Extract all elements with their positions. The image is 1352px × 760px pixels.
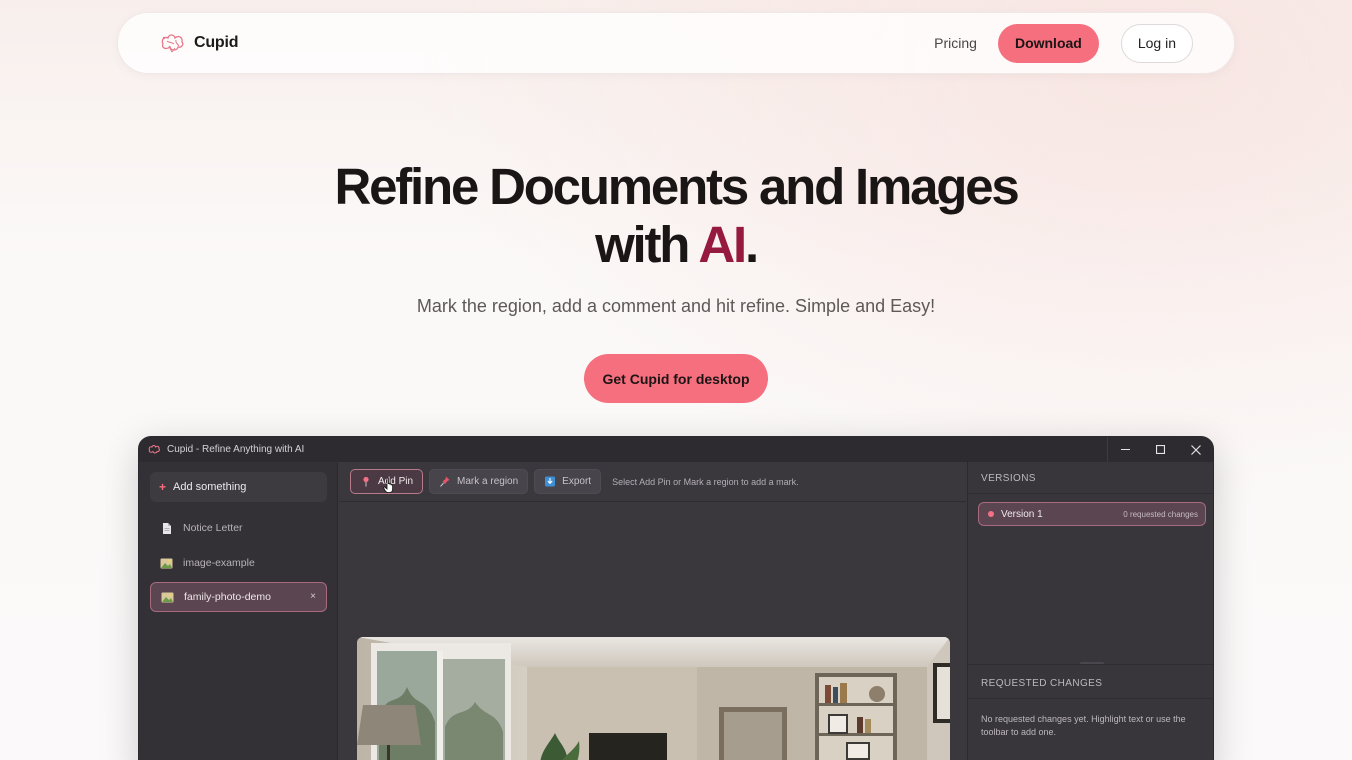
- living-room-photo-icon: [357, 637, 950, 760]
- hero-title-ai: AI: [698, 216, 747, 273]
- window-controls: [1108, 437, 1213, 462]
- login-button[interactable]: Log in: [1120, 23, 1193, 63]
- brand-name: Cupid: [194, 34, 239, 51]
- window-title: Cupid - Refine Anything with AI: [167, 444, 305, 455]
- sidebar-item-label: family-photo-demo: [184, 591, 271, 603]
- hero-title-line2-suffix: .: [744, 216, 759, 273]
- versions-heading: VERSIONS: [981, 473, 1036, 484]
- sidebar-item-image-example[interactable]: image-example: [150, 548, 327, 578]
- requested-changes-heading: REQUESTED CHANGES: [981, 678, 1103, 689]
- brand[interactable]: Cupid: [158, 32, 239, 54]
- mouse-cursor-icon: [383, 477, 393, 493]
- hero-title-line2-prefix: with: [595, 216, 699, 273]
- version-change-count: 0 requested changes: [1123, 509, 1198, 519]
- version-name: Version 1: [1001, 508, 1043, 520]
- app-window: Cupid - Refine Anything with AI + Add so…: [138, 436, 1214, 760]
- export-label: Export: [562, 476, 592, 487]
- maximize-icon: [1156, 445, 1165, 454]
- hero-subtitle: Mark the region, add a comment and hit r…: [416, 296, 936, 316]
- close-item-icon[interactable]: ×: [310, 591, 316, 602]
- sidebar-item-notice-letter[interactable]: Notice Letter: [150, 513, 327, 543]
- download-icon: [545, 476, 556, 487]
- download-button[interactable]: Download: [997, 23, 1099, 63]
- divider: [968, 698, 1213, 699]
- toolbar: Add Pin Mark a region Export Select Add …: [339, 462, 966, 502]
- pricing-link[interactable]: Pricing: [934, 35, 977, 51]
- nav-actions: Pricing Download Log in: [934, 23, 1193, 63]
- cupid-logo-icon: [148, 445, 160, 454]
- get-desktop-button[interactable]: Get Cupid for desktop: [584, 354, 768, 403]
- close-window-button[interactable]: [1178, 437, 1213, 462]
- title-bar: Cupid - Refine Anything with AI: [139, 437, 1213, 462]
- plus-icon: +: [159, 480, 167, 494]
- add-something-label: Add something: [173, 481, 247, 493]
- top-nav: Cupid Pricing Download Log in: [117, 12, 1235, 74]
- image-icon: [160, 558, 173, 568]
- image-icon: [161, 592, 174, 602]
- mark-region-label: Mark a region: [457, 476, 519, 487]
- hero-title-line1: Refine Documents and Images: [334, 158, 1019, 215]
- hero-title: Refine Documents and Images with AI.: [0, 158, 1352, 274]
- sidebar-item-label: image-example: [183, 557, 255, 569]
- version-item[interactable]: Version 1 0 requested changes: [978, 502, 1206, 526]
- divider: [968, 664, 1213, 665]
- toolbar-hint: Select Add Pin or Mark a region to add a…: [612, 476, 799, 487]
- sidebar-item-label: Notice Letter: [183, 522, 243, 534]
- add-something-button[interactable]: + Add something: [150, 472, 327, 502]
- mark-region-button[interactable]: Mark a region: [429, 469, 529, 494]
- minimize-icon: [1121, 449, 1130, 450]
- family-photo-image[interactable]: [357, 637, 950, 760]
- minimize-button[interactable]: [1108, 437, 1143, 462]
- requested-changes-empty-text: No requested changes yet. Highlight text…: [981, 714, 1186, 737]
- pushpin-icon: [440, 476, 450, 487]
- cupid-logo-icon: [161, 34, 184, 53]
- maximize-button[interactable]: [1143, 437, 1178, 462]
- version-status-dot: [988, 511, 994, 517]
- pin-icon: [363, 476, 369, 487]
- right-panel: VERSIONS Version 1 0 requested changes R…: [967, 462, 1213, 760]
- close-icon: [1190, 444, 1201, 455]
- sidebar: + Add something Notice Letter image-exam…: [139, 462, 338, 760]
- divider: [968, 493, 1213, 494]
- export-button[interactable]: Export: [534, 469, 602, 494]
- document-icon: [163, 522, 171, 534]
- sidebar-item-family-photo-demo[interactable]: family-photo-demo ×: [150, 582, 327, 612]
